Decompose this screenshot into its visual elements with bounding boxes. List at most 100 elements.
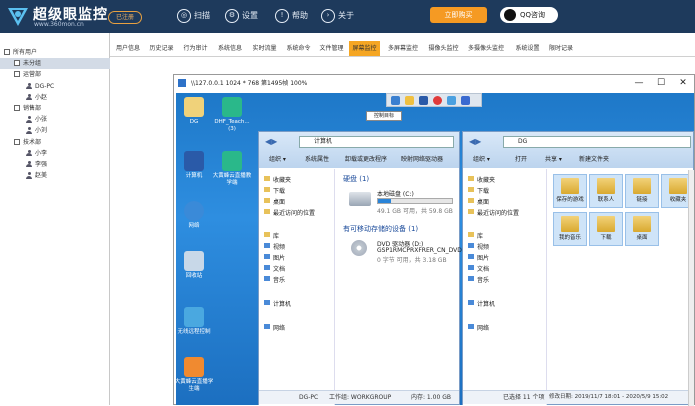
nav-music[interactable]: 音乐 (467, 275, 489, 284)
nav-downloads[interactable]: 下载 (467, 186, 489, 195)
share-menu[interactable]: 共享 ▾ (545, 152, 562, 168)
nav-desktop[interactable]: 桌面 (467, 197, 489, 206)
tree-node[interactable]: 销售部 (0, 103, 110, 114)
back-forward-icon[interactable]: ◀▶ (265, 137, 277, 146)
expand-box-icon[interactable] (14, 104, 20, 111)
folder-item[interactable]: 链接 (625, 174, 659, 208)
nav-computer[interactable]: 计算机 (263, 299, 291, 308)
desktop-icon-computer[interactable]: 计算机 (176, 151, 214, 180)
tree-node[interactable]: 小刘 (0, 125, 110, 136)
tree-node[interactable]: 未分组 (0, 58, 110, 70)
hard-disk-icon (349, 192, 371, 206)
nav-downloads[interactable]: 下载 (263, 186, 285, 195)
folder-icon[interactable] (405, 96, 414, 105)
tab-item[interactable]: 实时流量 (249, 41, 280, 56)
desktop-icon-dg[interactable]: DG (176, 97, 214, 126)
nav-computer[interactable]: 计算机 (467, 299, 495, 308)
desktop-icon-remote-control[interactable]: 无线远程控制 (176, 307, 214, 336)
folder-item[interactable]: 联系人 (589, 174, 623, 208)
nav-network[interactable]: 网络 (467, 323, 489, 332)
address-bar[interactable]: DG (503, 136, 691, 148)
nav-desktop[interactable]: 桌面 (263, 197, 285, 206)
tab-item[interactable]: 行为审计 (180, 41, 211, 56)
folder-item[interactable]: 保存的游戏 (553, 174, 587, 208)
minimize-button[interactable]: — (628, 75, 650, 92)
nav-videos[interactable]: 视频 (263, 242, 285, 251)
folder-item[interactable]: 桌面 (625, 212, 659, 246)
tree-node[interactable]: 运营部 (0, 69, 110, 80)
nav-libraries[interactable]: 库 (467, 231, 483, 240)
nav-libraries[interactable]: 库 (263, 231, 279, 240)
tree-node[interactable]: 所有用户 (0, 47, 110, 58)
folder-item[interactable]: 下载 (589, 212, 623, 246)
tab-item[interactable]: 系统设置 (512, 41, 543, 56)
maximize-button[interactable]: ☐ (650, 75, 672, 92)
nav-recent[interactable]: 最近访问的位置 (263, 208, 315, 217)
expand-box-icon[interactable] (4, 49, 10, 55)
nav-documents[interactable]: 文档 (467, 264, 489, 273)
nav-recent[interactable]: 最近访问的位置 (467, 208, 519, 217)
folder-item[interactable]: 我的音乐 (553, 212, 587, 246)
nav-favorites[interactable]: 收藏夹 (467, 175, 495, 184)
nav-favorites[interactable]: 收藏夹 (263, 175, 291, 184)
expand-box-icon[interactable] (14, 60, 20, 67)
tab-item[interactable]: 用户信息 (113, 41, 143, 56)
map-drive-button[interactable]: 映射网络驱动器 (401, 152, 443, 168)
tab-item[interactable]: 屏幕监控 (349, 41, 380, 56)
organize-menu[interactable]: 组织 ▾ (269, 152, 286, 168)
close-button[interactable]: ✕ (672, 75, 694, 92)
status-bar: 已选择 11 个项 修改日期: 2019/11/7 18:01 - 2020/5… (463, 390, 693, 404)
control-mouse-icon[interactable] (391, 96, 400, 105)
tab-item[interactable]: 多屏幕监控 (383, 41, 423, 56)
remote-desktop[interactable]: 控制目标 DG DHF_Teach...(3) 计算机 大黄蜂云直播教学端 网络… (176, 93, 694, 405)
tab-item[interactable]: 限时记录 (546, 41, 576, 56)
tree-node[interactable]: 技术部 (0, 137, 110, 148)
open-button[interactable]: 打开 (515, 152, 527, 168)
folder-icon (561, 216, 579, 232)
desktop-icon-recycle-bin[interactable]: 回收站 (176, 251, 214, 280)
nav-help-button[interactable]: ! 帮助 (275, 8, 308, 24)
desktop-icon-network[interactable]: 网络 (176, 201, 214, 230)
system-properties-button[interactable]: 系统属性 (305, 152, 329, 168)
nav-pictures[interactable]: 图片 (263, 253, 285, 262)
tree-node[interactable]: 小赵 (0, 92, 110, 103)
expand-box-icon[interactable] (14, 138, 20, 145)
nav-videos[interactable]: 视频 (467, 242, 489, 251)
tab-item[interactable]: 文件管理 (317, 41, 346, 56)
tab-item[interactable]: 系统信息 (214, 41, 246, 56)
drive-c-name[interactable]: 本地磁盘 (C:) (377, 189, 414, 198)
tab-item[interactable]: 历史记录 (146, 41, 177, 56)
nav-about-button[interactable]: › 关于 (321, 8, 354, 24)
desktop-icon-dhf-teach[interactable]: DHF_Teach...(3) (212, 97, 252, 133)
tree-node[interactable]: 小张 (0, 114, 110, 125)
nav-pictures[interactable]: 图片 (467, 253, 489, 262)
monitor-icon[interactable] (419, 96, 428, 105)
expand-box-icon[interactable] (14, 71, 20, 78)
tree-node[interactable]: DG-PC (0, 81, 110, 92)
tab-item[interactable]: 摄像头监控 (426, 41, 461, 56)
desktop-icon-live-student[interactable]: 大黄蜂云直播学生端 (176, 357, 214, 393)
tab-item[interactable]: 系统命令 (283, 41, 314, 56)
nav-network[interactable]: 网络 (263, 323, 285, 332)
qq-consult-button[interactable]: QQ咨询 (500, 7, 558, 23)
organize-menu[interactable]: 组织 ▾ (473, 152, 490, 168)
tab-item[interactable]: 多摄像头监控 (464, 41, 508, 56)
buy-now-button[interactable]: 立即购买 (430, 7, 487, 23)
new-folder-button[interactable]: 新建文件夹 (579, 152, 609, 168)
nav-documents[interactable]: 文档 (263, 264, 285, 273)
back-forward-icon[interactable]: ◀▶ (469, 137, 481, 146)
uninstall-programs-button[interactable]: 卸载或更改程序 (345, 152, 387, 168)
nav-music[interactable]: 音乐 (263, 275, 285, 284)
tree-node[interactable]: 李强 (0, 159, 110, 170)
gear-icon[interactable] (447, 96, 456, 105)
tree-node[interactable]: 小李 (0, 148, 110, 159)
nav-scan-button[interactable]: ◎ 扫描 (177, 8, 210, 24)
viewer-scrollbar[interactable] (688, 170, 694, 406)
nav-settings-button[interactable]: ⚙ 设置 (225, 8, 258, 24)
address-bar[interactable]: 计算机 (299, 136, 454, 148)
stop-icon[interactable] (433, 96, 442, 105)
desktop-icon-live-teacher[interactable]: 大黄蜂云直播教学端 (212, 151, 252, 187)
tree-node[interactable]: 赵美 (0, 170, 110, 181)
chat-icon[interactable] (461, 96, 470, 105)
registered-badge[interactable]: 已注册 (108, 11, 142, 24)
